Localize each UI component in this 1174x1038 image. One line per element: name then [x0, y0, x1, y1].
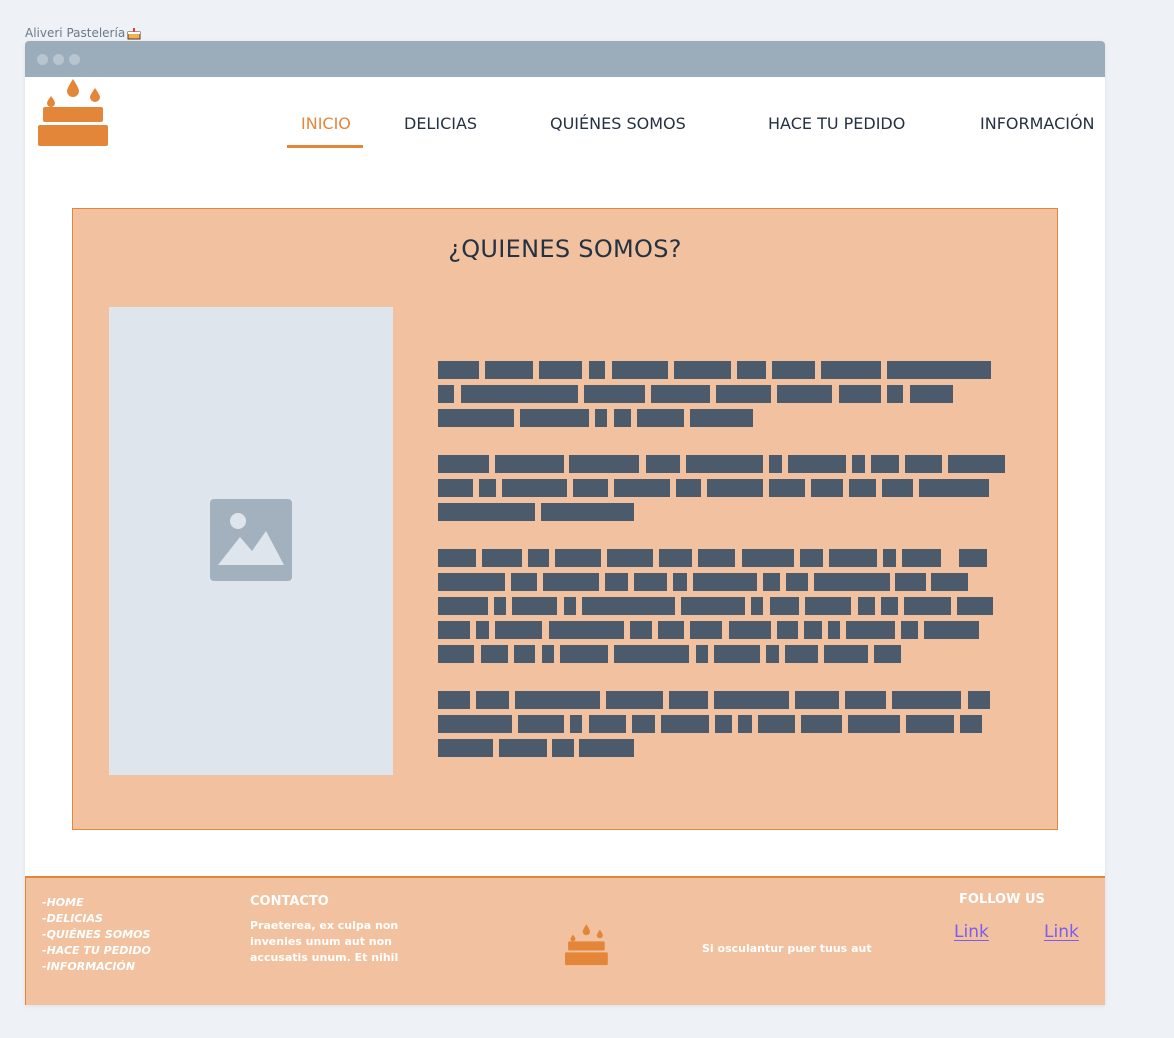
- text-line: [438, 739, 1008, 757]
- about-title: ¿QUIENES SOMOS?: [448, 235, 682, 263]
- footer-tagline: Si osculantur puer tuus aut: [702, 942, 872, 955]
- social-link-1[interactable]: Link: [954, 922, 989, 942]
- footer-link-hace-tu-pedido[interactable]: -HACE TU PEDIDO: [42, 943, 151, 959]
- text-line: [438, 361, 1008, 379]
- window-dot-icon[interactable]: [53, 53, 64, 65]
- nav-item-inicio[interactable]: INICIO: [301, 114, 351, 133]
- cake-logo-icon[interactable]: [38, 79, 110, 151]
- image-placeholder: [109, 307, 393, 775]
- follow-us-title: FOLLOW US: [959, 892, 1045, 907]
- social-link-2[interactable]: Link: [1044, 922, 1079, 942]
- footer-link-quienes-somos[interactable]: -QUIÉNES SOMOS: [42, 927, 151, 943]
- window-dot-icon[interactable]: [37, 53, 48, 65]
- text-line: [438, 385, 1008, 403]
- text-line: [438, 479, 1008, 497]
- placeholder-text: [438, 361, 1008, 763]
- nav-item-delicias[interactable]: DELICIAS: [404, 114, 477, 133]
- nav-active-underline: [287, 145, 363, 148]
- window-dot-icon[interactable]: [69, 53, 80, 65]
- footer-nav: -HOME -DELICIAS -QUIÉNES SOMOS -HACE TU …: [42, 895, 151, 975]
- nav-item-hace-tu-pedido[interactable]: HACE TU PEDIDO: [768, 114, 905, 133]
- text-line: [438, 573, 1008, 591]
- text-line: [438, 455, 1008, 473]
- text-line: [438, 409, 1008, 427]
- image-placeholder-icon: [210, 499, 292, 585]
- text-line: [438, 549, 1008, 567]
- text-line: [438, 621, 1008, 639]
- footer-link-home[interactable]: -HOME: [42, 895, 151, 911]
- text-line: [438, 503, 1008, 521]
- nav-item-informacion[interactable]: INFORMACIÓN: [980, 114, 1095, 133]
- window-titlebar: [25, 41, 1105, 77]
- contact-title: CONTACTO: [250, 894, 329, 909]
- footer: -HOME -DELICIAS -QUIÉNES SOMOS -HACE TU …: [25, 876, 1105, 1005]
- about-section: ¿QUIENES SOMOS?: [72, 208, 1058, 830]
- cake-emoji-icon: [127, 26, 141, 40]
- browser-window: INICIO DELICIAS QUIÉNES SOMOS HACE TU PE…: [25, 41, 1105, 1005]
- text-line: [438, 597, 1008, 615]
- footer-cake-logo-icon: [565, 923, 609, 971]
- text-line: [438, 691, 1008, 709]
- page-label: Aliveri Pastelería: [25, 26, 141, 40]
- footer-link-delicias[interactable]: -DELICIAS: [42, 911, 151, 927]
- text-line: [438, 645, 1008, 663]
- page-label-text: Aliveri Pastelería: [25, 26, 126, 40]
- contact-text: Praeterea, ex culpa non invenies unum au…: [250, 919, 399, 964]
- nav-item-quienes-somos[interactable]: QUIÉNES SOMOS: [550, 114, 686, 133]
- text-line: [438, 715, 1008, 733]
- footer-link-informacion[interactable]: -INFORMACIÓN: [42, 959, 151, 975]
